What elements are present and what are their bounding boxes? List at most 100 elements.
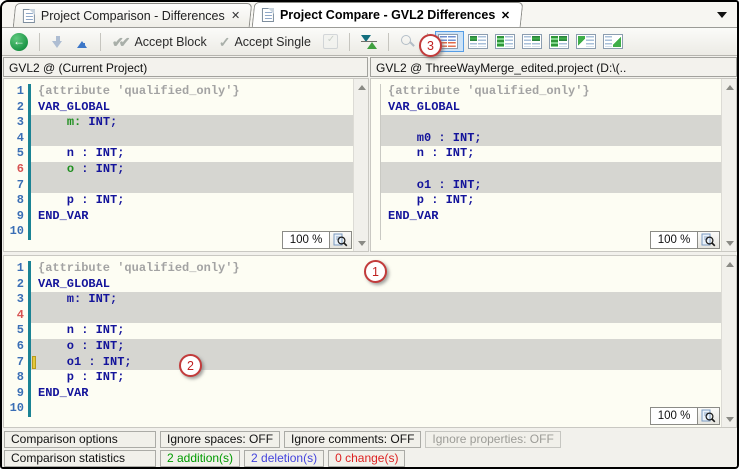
code-line[interactable]: 8 p : INT; bbox=[4, 370, 721, 386]
back-button[interactable]: ← bbox=[6, 31, 32, 53]
gutter bbox=[371, 115, 381, 131]
code-text: o : INT; bbox=[31, 162, 353, 178]
code-line[interactable]: 1{attribute 'qualified_only'} bbox=[4, 261, 721, 277]
code-segment: n : INT; bbox=[388, 146, 474, 160]
zoom-level-box[interactable]: 100 % bbox=[650, 231, 698, 249]
scroll-down-icon[interactable] bbox=[722, 412, 737, 427]
code-line[interactable] bbox=[371, 162, 721, 178]
zoom-magnifier-button[interactable] bbox=[698, 407, 720, 425]
ignore-spaces-cell[interactable]: Ignore spaces: OFF bbox=[160, 431, 280, 448]
magnifier-page-icon bbox=[333, 233, 348, 247]
view-mode-left-header-icon[interactable] bbox=[468, 34, 488, 49]
right-code-pane[interactable]: {attribute 'qualified_only'}VAR_GLOBAL m… bbox=[370, 78, 737, 252]
code-line[interactable]: 5 n : INT; bbox=[4, 146, 353, 162]
code-line[interactable]: 2VAR_GLOBAL bbox=[4, 100, 353, 116]
code-line[interactable]: 2VAR_GLOBAL bbox=[4, 277, 721, 293]
scroll-down-icon[interactable] bbox=[354, 236, 369, 251]
ignore-comments-cell[interactable]: Ignore comments: OFF bbox=[284, 431, 421, 448]
gutter bbox=[371, 162, 381, 178]
code-segment: VAR_GLOBAL bbox=[388, 100, 460, 114]
toolbar-separator bbox=[100, 33, 101, 51]
close-icon[interactable]: ✕ bbox=[501, 9, 510, 22]
vertical-scrollbar[interactable] bbox=[721, 79, 736, 251]
code-line[interactable]: 7 bbox=[4, 178, 353, 194]
code-segment: p : INT; bbox=[38, 193, 124, 207]
view-mode-right-header-icon[interactable] bbox=[522, 34, 542, 49]
gutter bbox=[371, 209, 381, 225]
code-line[interactable]: 4 bbox=[4, 308, 721, 324]
code-line[interactable]: 9END_VAR bbox=[4, 386, 721, 402]
code-line[interactable]: 7 o1 : INT; bbox=[4, 355, 721, 371]
code-segment: p : INT; bbox=[388, 193, 474, 207]
tab-project-compare-gvl2[interactable]: Project Compare - GVL2 Differences ✕ bbox=[252, 2, 523, 27]
code-line[interactable]: 3 m: INT; bbox=[4, 115, 353, 131]
view-mode-both-icon[interactable] bbox=[549, 34, 569, 49]
down-arrow-icon bbox=[51, 35, 64, 49]
code-line[interactable]: 8 p : INT; bbox=[4, 193, 353, 209]
code-segment: n : INT; bbox=[38, 146, 124, 160]
code-line[interactable]: 10 bbox=[4, 401, 721, 417]
left-code-pane[interactable]: 1{attribute 'qualified_only'}2VAR_GLOBAL… bbox=[3, 78, 369, 252]
line-number: 9 bbox=[4, 386, 31, 402]
gutter bbox=[371, 146, 381, 162]
magnifier-page-icon bbox=[701, 233, 716, 247]
code-text bbox=[31, 308, 721, 324]
code-text: VAR_GLOBAL bbox=[381, 100, 721, 116]
code-text: END_VAR bbox=[381, 209, 721, 225]
vertical-scrollbar[interactable] bbox=[721, 256, 736, 427]
code-line[interactable] bbox=[371, 115, 721, 131]
code-line[interactable]: 6 o : INT; bbox=[4, 162, 353, 178]
code-line[interactable]: n : INT; bbox=[371, 146, 721, 162]
view-mode-merge-left-icon[interactable] bbox=[576, 34, 596, 49]
code-text: m: INT; bbox=[31, 292, 721, 308]
code-segment: {attribute 'qualified_only'} bbox=[38, 84, 240, 98]
code-line[interactable]: 6 o : INT; bbox=[4, 339, 721, 355]
tab-list-dropdown-icon[interactable] bbox=[717, 12, 727, 23]
document-icon bbox=[262, 8, 274, 22]
code-line[interactable]: o1 : INT; bbox=[371, 178, 721, 194]
sync-differences-button[interactable] bbox=[357, 32, 381, 51]
scroll-up-icon[interactable] bbox=[354, 79, 369, 94]
code-line[interactable]: {attribute 'qualified_only'} bbox=[371, 84, 721, 100]
search-differences-button[interactable] bbox=[396, 32, 420, 51]
tab-project-comparison[interactable]: Project Comparison - Differences ✕ bbox=[13, 3, 253, 27]
view-mode-left-full-icon[interactable] bbox=[495, 34, 515, 49]
next-difference-button[interactable] bbox=[47, 33, 68, 51]
view-mode-merge-right-icon[interactable] bbox=[603, 34, 623, 49]
statistics-row-label: Comparison statistics bbox=[4, 450, 156, 467]
code-line[interactable]: 4 bbox=[4, 131, 353, 147]
code-text: p : INT; bbox=[381, 193, 721, 209]
vertical-scrollbar[interactable] bbox=[353, 79, 368, 251]
accept-edited-button[interactable] bbox=[319, 32, 342, 51]
code-text: p : INT; bbox=[31, 370, 721, 386]
code-line[interactable]: 5 n : INT; bbox=[4, 323, 721, 339]
code-text: VAR_GLOBAL bbox=[31, 100, 353, 116]
code-line[interactable]: 9END_VAR bbox=[4, 209, 353, 225]
previous-difference-button[interactable] bbox=[72, 33, 93, 51]
code-line[interactable]: p : INT; bbox=[371, 193, 721, 209]
accept-single-button[interactable]: ✓ Accept Single bbox=[215, 33, 315, 51]
scroll-down-icon[interactable] bbox=[722, 236, 737, 251]
options-row-label: Comparison options bbox=[4, 431, 156, 448]
zoom-magnifier-button[interactable] bbox=[330, 231, 352, 249]
code-segment: END_VAR bbox=[388, 209, 438, 223]
scroll-up-icon[interactable] bbox=[722, 79, 737, 94]
accept-block-button[interactable]: ✔✔ Accept Block bbox=[108, 33, 211, 51]
code-text bbox=[381, 162, 721, 178]
code-text: m0 : INT; bbox=[381, 131, 721, 147]
close-icon[interactable]: ✕ bbox=[231, 9, 240, 22]
code-line[interactable]: END_VAR bbox=[371, 209, 721, 225]
scroll-up-icon[interactable] bbox=[722, 256, 737, 271]
code-text: p : INT; bbox=[31, 193, 353, 209]
check-icon: ✓ bbox=[219, 35, 231, 49]
zoom-level-box[interactable]: 100 % bbox=[650, 407, 698, 425]
code-line[interactable]: 1{attribute 'qualified_only'} bbox=[4, 84, 353, 100]
code-text bbox=[31, 178, 353, 194]
toolbar-separator bbox=[388, 33, 389, 51]
zoom-magnifier-button[interactable] bbox=[698, 231, 720, 249]
code-line[interactable]: 3 m: INT; bbox=[4, 292, 721, 308]
code-line[interactable]: VAR_GLOBAL bbox=[371, 100, 721, 116]
code-line[interactable]: m0 : INT; bbox=[371, 131, 721, 147]
line-number: 4 bbox=[4, 308, 31, 324]
zoom-level-box[interactable]: 100 % bbox=[282, 231, 330, 249]
